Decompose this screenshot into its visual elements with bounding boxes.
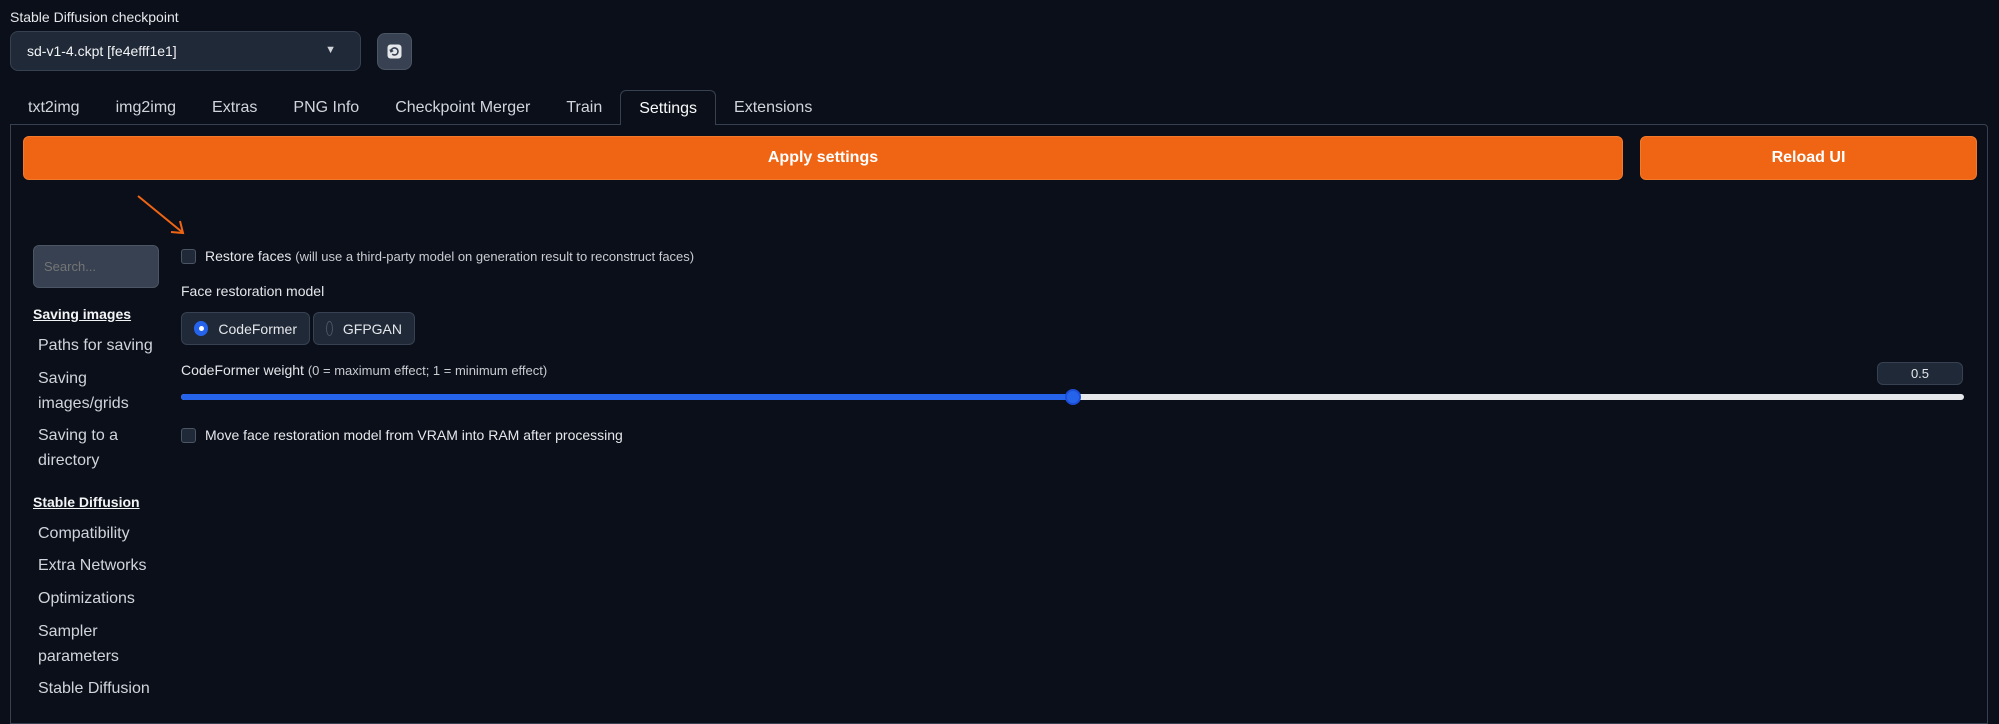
chevron-down-icon: ▼ [325, 44, 336, 56]
tab-png-info[interactable]: PNG Info [275, 90, 377, 124]
sidebar-item-sampler-parameters[interactable]: Sampler parameters [38, 619, 138, 669]
sidebar-heading-stable-diffusion[interactable]: Stable Diffusion [33, 494, 140, 510]
refresh-icon [387, 44, 402, 59]
reload-ui-button[interactable]: Reload UI [1640, 136, 1977, 180]
radio-unselected-icon [326, 321, 333, 336]
sidebar-item-saving-images-grids[interactable]: Saving images/grids [38, 366, 158, 416]
face-restoration-model-label: Face restoration model [181, 283, 325, 299]
sidebar-item-saving-to-directory[interactable]: Saving to a directory [38, 423, 138, 473]
tab-train[interactable]: Train [548, 90, 620, 124]
apply-settings-button[interactable]: Apply settings [23, 136, 1623, 180]
tab-settings[interactable]: Settings [620, 90, 717, 125]
tab-extensions[interactable]: Extensions [716, 90, 830, 124]
sidebar-item-stable-diffusion[interactable]: Stable Diffusion [38, 676, 150, 701]
restore-faces-note: (will use a third-party model on generat… [295, 249, 695, 264]
checkpoint-selected-value: sd-v1-4.ckpt [fe4efff1e1] [27, 43, 177, 59]
settings-search-input[interactable] [33, 245, 159, 288]
move-to-ram-label: Move face restoration model from VRAM in… [205, 427, 623, 443]
radio-gfpgan-label: GFPGAN [342, 320, 402, 337]
sidebar-item-compatibility[interactable]: Compatibility [38, 521, 130, 546]
move-to-ram-checkbox[interactable] [181, 428, 196, 443]
annotation-arrow-icon [137, 195, 185, 235]
codeformer-weight-label: CodeFormer weight (0 = maximum effect; 1… [181, 362, 547, 378]
radio-codeformer-label: CodeFormer [218, 320, 297, 337]
restore-faces-title: Restore faces [205, 248, 292, 264]
restore-faces-label: Restore faces (will use a third-party mo… [205, 248, 694, 264]
sidebar-item-extra-networks[interactable]: Extra Networks [38, 553, 146, 578]
restore-faces-checkbox[interactable] [181, 249, 196, 264]
tab-img2img[interactable]: img2img [98, 90, 194, 124]
codeformer-weight-slider-fill [181, 394, 1073, 400]
codeformer-weight-title: CodeFormer weight [181, 362, 304, 378]
checkpoint-label: Stable Diffusion checkpoint [10, 9, 179, 25]
codeformer-weight-input[interactable]: 0.5 [1877, 362, 1963, 385]
main-tabs: txt2img img2img Extras PNG Info Checkpoi… [10, 90, 830, 125]
radio-selected-icon [194, 321, 209, 336]
sidebar-item-optimizations[interactable]: Optimizations [38, 586, 135, 611]
tab-extras[interactable]: Extras [194, 90, 275, 124]
tab-txt2img[interactable]: txt2img [10, 90, 98, 124]
codeformer-weight-slider-thumb[interactable] [1065, 389, 1081, 405]
sidebar-heading-saving-images[interactable]: Saving images [33, 306, 131, 322]
tab-checkpoint-merger[interactable]: Checkpoint Merger [377, 90, 548, 124]
checkpoint-dropdown[interactable]: sd-v1-4.ckpt [fe4efff1e1] ▼ [10, 31, 361, 71]
sidebar-item-paths-for-saving[interactable]: Paths for saving [38, 333, 153, 358]
settings-panel [10, 124, 1988, 724]
refresh-checkpoint-button[interactable] [377, 33, 412, 70]
codeformer-weight-note: (0 = maximum effect; 1 = minimum effect) [307, 363, 548, 378]
radio-gfpgan[interactable]: GFPGAN [313, 312, 415, 345]
radio-codeformer[interactable]: CodeFormer [181, 312, 310, 345]
